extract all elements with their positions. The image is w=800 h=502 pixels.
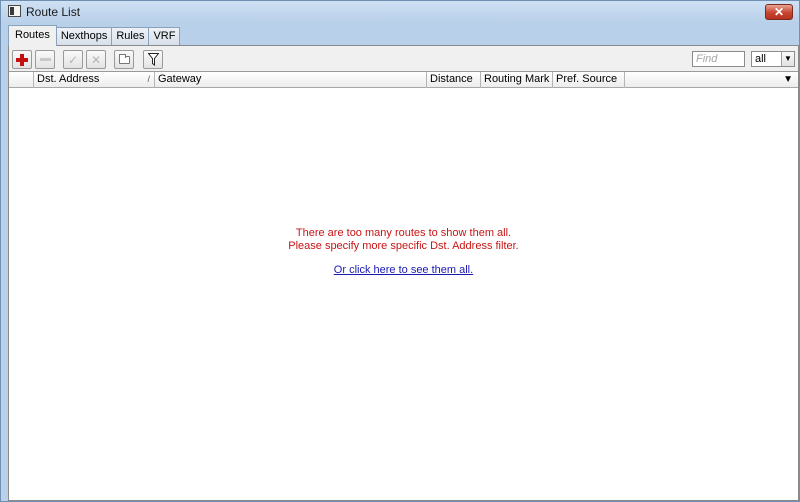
disable-button[interactable]: ✕ (86, 50, 106, 69)
check-icon: ✓ (67, 52, 79, 67)
title-bar[interactable]: Route List ✕ (1, 1, 799, 23)
close-button[interactable]: ✕ (765, 4, 793, 20)
column-header-flags[interactable] (9, 72, 34, 88)
minus-icon (39, 58, 51, 61)
column-label: Dst. Address (37, 73, 100, 85)
find-input[interactable] (692, 51, 745, 67)
chevron-down-icon[interactable]: ▼ (781, 52, 794, 66)
plus-icon (16, 53, 28, 66)
tab-rules[interactable]: Rules (111, 27, 150, 46)
column-header-distance[interactable]: Distance (427, 72, 481, 88)
tab-bar: Routes Nexthops Rules VRF (8, 25, 181, 46)
filter-icon (147, 53, 159, 66)
sort-indicator: / (147, 74, 150, 84)
scope-select[interactable]: all ▼ (751, 51, 795, 67)
comment-button[interactable] (114, 50, 134, 69)
column-header-dst-address[interactable]: Dst. Address / (34, 72, 155, 88)
window-title: Route List (26, 5, 81, 19)
enable-button[interactable]: ✓ (63, 50, 83, 69)
comment-icon (118, 53, 130, 64)
column-menu-icon[interactable]: ▼ (783, 72, 793, 87)
toolbar: ✓ ✕ all ▼ (9, 46, 798, 71)
tab-vrf[interactable]: VRF (148, 27, 181, 46)
scope-select-value: all (755, 53, 767, 65)
column-header-gateway[interactable]: Gateway (155, 72, 427, 88)
window-icon (8, 5, 21, 17)
filter-button[interactable] (143, 50, 163, 69)
column-header-pref-source[interactable]: Pref. Source (553, 72, 625, 88)
route-list-window: Route List ✕ Routes Nexthops Rules VRF ✓… (0, 0, 800, 502)
column-header-routing-mark[interactable]: Routing Mark (481, 72, 553, 88)
tab-nexthops[interactable]: Nexthops (55, 27, 113, 46)
message-line-1: There are too many routes to show them a… (295, 227, 512, 239)
too-many-routes-message: There are too many routes to show them a… (9, 227, 798, 276)
table-header: Dst. Address / Gateway Distance Routing … (9, 72, 798, 88)
show-all-routes-link[interactable]: Or click here to see them all. (334, 264, 473, 276)
routes-panel: ✓ ✕ all ▼ Dst. Addres (8, 45, 799, 501)
routes-table: Dst. Address / Gateway Distance Routing … (9, 71, 798, 500)
remove-button[interactable] (35, 50, 55, 69)
add-button[interactable] (12, 50, 32, 69)
message-line-2: Please specify more specific Dst. Addres… (288, 240, 519, 252)
x-icon: ✕ (90, 52, 102, 67)
tab-routes[interactable]: Routes (8, 25, 57, 46)
